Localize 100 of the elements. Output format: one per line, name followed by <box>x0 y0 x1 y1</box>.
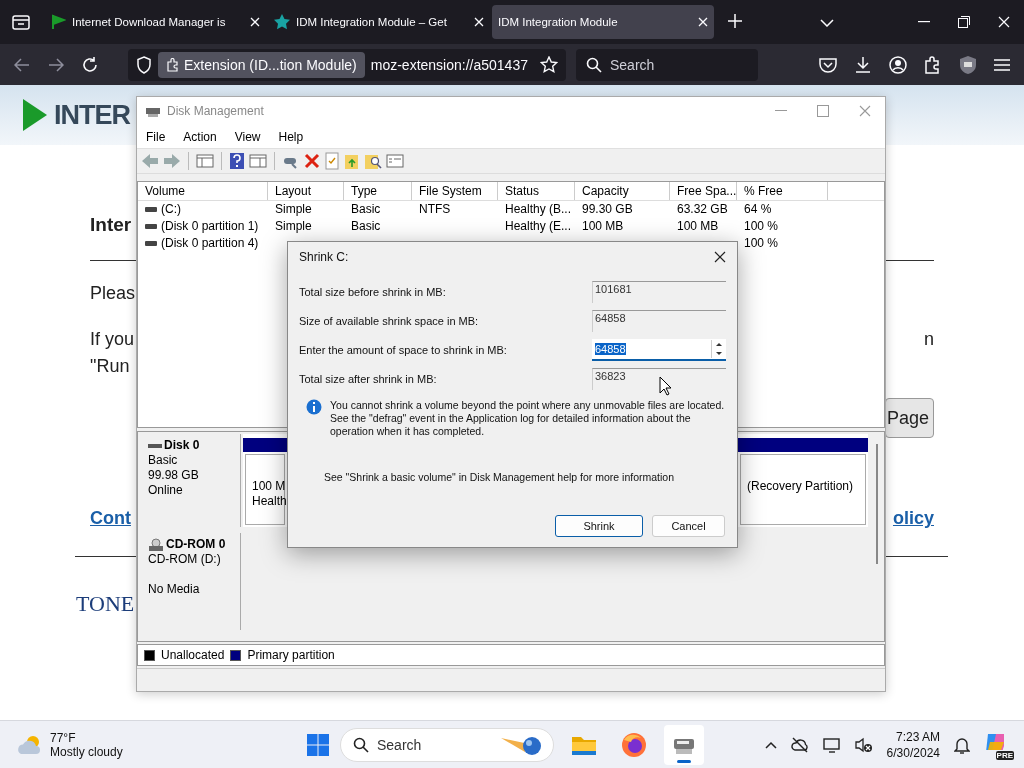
preview-badge: PRE <box>995 750 1014 760</box>
contact-link[interactable]: Cont <box>90 507 131 529</box>
reload-icon[interactable] <box>82 56 98 73</box>
close-icon[interactable] <box>714 251 726 263</box>
page-heading: Inter <box>90 213 132 237</box>
puzzle-icon <box>166 57 180 72</box>
bookmark-star-icon[interactable] <box>540 55 558 74</box>
table-cell: Simple <box>275 219 312 234</box>
menu-item[interactable]: View <box>225 129 270 144</box>
disk-status: No Media <box>148 582 201 598</box>
table-cell: Basic <box>351 202 381 217</box>
page-paragraph: Pleas <box>90 282 136 304</box>
column-header[interactable]: Layout <box>268 181 344 200</box>
menu-item[interactable]: File <box>137 129 175 144</box>
flag-icon <box>50 14 66 30</box>
restore-icon[interactable] <box>958 16 970 28</box>
taskbar-search[interactable]: Search <box>340 727 554 762</box>
cd-drive-icon <box>148 537 164 552</box>
field-label: Enter the amount of space to shrink in MB: <box>299 344 508 356</box>
url-text[interactable]: moz-extension://a501437 <box>370 56 534 73</box>
table-cell: Simple <box>275 202 312 217</box>
disk-status: Online <box>148 483 184 499</box>
pane-icon[interactable] <box>196 152 214 169</box>
clock-time[interactable]: 7:23 AM <box>886 728 940 745</box>
tab-list-icon[interactable] <box>12 14 30 30</box>
play-triangle-icon <box>22 98 48 132</box>
column-header[interactable]: File System <box>412 181 498 200</box>
column-header[interactable]: Status <box>498 181 575 200</box>
field-label: Size of available shrink space in MB: <box>299 315 480 327</box>
browser-tab[interactable]: IDM Integration Module <box>492 5 714 39</box>
weather-condition[interactable]: Mostly cloudy <box>50 744 123 759</box>
weather-temperature[interactable]: 77°F <box>50 730 123 745</box>
page-paragraph: If you "Run <box>90 328 135 378</box>
account-icon[interactable] <box>889 55 907 74</box>
search-icon <box>586 56 602 73</box>
table-cell: 99.30 GB <box>582 202 633 217</box>
table-cell: Healthy (B... <box>505 202 572 217</box>
column-header[interactable]: Free Spa... <box>670 181 737 200</box>
help-icon[interactable] <box>229 151 245 170</box>
window-title: Disk Management <box>167 104 264 119</box>
console-icon[interactable] <box>249 152 267 169</box>
minimize-icon[interactable] <box>918 21 930 23</box>
table-cell[interactable]: (Disk 0 partition 1) <box>161 219 259 234</box>
dialog-button[interactable]: Cancel <box>652 515 725 537</box>
page-button[interactable]: Page <box>884 398 934 438</box>
monitor-icon[interactable] <box>822 736 841 753</box>
search-field[interactable]: Search <box>576 48 758 81</box>
volume-icon <box>145 240 157 246</box>
identity-chip[interactable]: Extension (ID...tion Module) <box>158 51 365 78</box>
field-label: Total size after shrink in MB: <box>299 373 438 385</box>
info-text: You cannot shrink a volume beyond the point where any unmovable files are located. See the "defrag" event in the Application log for detailed information about the operation when it has completed. <box>330 399 725 438</box>
menu-item[interactable]: Help <box>269 129 313 144</box>
disk-type: Basic <box>148 453 179 469</box>
bell-icon[interactable] <box>954 735 970 754</box>
back-icon[interactable] <box>14 57 30 72</box>
dialog-button[interactable]: Shrink <box>555 515 643 537</box>
column-header[interactable]: Volume <box>138 181 268 200</box>
search-icon <box>353 736 369 753</box>
browser-tab[interactable]: Internet Download Manager is <box>44 5 266 39</box>
cloud-off-icon[interactable] <box>790 736 809 753</box>
table-cell[interactable]: (Disk 0 partition 4) <box>161 236 259 251</box>
clock-date[interactable]: 6/30/2024 <box>886 744 940 761</box>
pointer-cursor-icon <box>659 376 672 396</box>
chevron-down-icon[interactable] <box>820 18 834 27</box>
browser-tab[interactable]: IDM Integration Module – Get <box>268 5 490 39</box>
volume-icon <box>145 223 157 229</box>
table-cell: 100 % <box>744 219 779 234</box>
column-header[interactable]: Capacity <box>575 181 670 200</box>
disk-name: CD-ROM 0 <box>166 537 226 553</box>
table-cell: Healthy (E... <box>505 219 572 234</box>
puzzle-icon[interactable] <box>924 55 942 74</box>
delete-icon[interactable] <box>304 152 320 169</box>
page-paragraph: n <box>924 328 934 351</box>
maximize-icon[interactable] <box>817 105 829 118</box>
checklist-icon[interactable] <box>324 151 340 170</box>
menu-item[interactable]: Action <box>174 129 226 144</box>
menu-icon[interactable] <box>994 57 1010 72</box>
pocket-icon[interactable] <box>819 56 837 73</box>
speaker-muted-icon[interactable] <box>854 736 873 753</box>
readonly-field: 101681 <box>592 281 726 303</box>
download-icon[interactable] <box>854 55 872 74</box>
chevron-up-icon[interactable] <box>764 740 777 749</box>
number-input[interactable]: 64858 <box>592 339 726 361</box>
puzzle-star-icon <box>274 14 290 30</box>
volume-icon <box>145 206 157 212</box>
browser-icon[interactable] <box>621 731 647 758</box>
shield-icon[interactable] <box>136 55 152 74</box>
forward-icon[interactable] <box>48 57 64 72</box>
disk-type: CD-ROM (D:) <box>148 552 222 568</box>
policy-link[interactable]: olicy <box>892 507 934 529</box>
table-cell: Basic <box>351 219 381 234</box>
info-icon <box>306 399 322 415</box>
table-cell[interactable]: (C:) <box>161 202 181 217</box>
column-header[interactable]: % Free <box>737 181 828 200</box>
column-header[interactable]: Type <box>344 181 412 200</box>
start-icon[interactable] <box>306 732 330 757</box>
table-cell: 100 MB <box>677 219 719 234</box>
new-tab-icon[interactable] <box>728 13 742 28</box>
legend-label: Unallocated <box>161 648 225 663</box>
shield-icon[interactable] <box>959 54 977 75</box>
